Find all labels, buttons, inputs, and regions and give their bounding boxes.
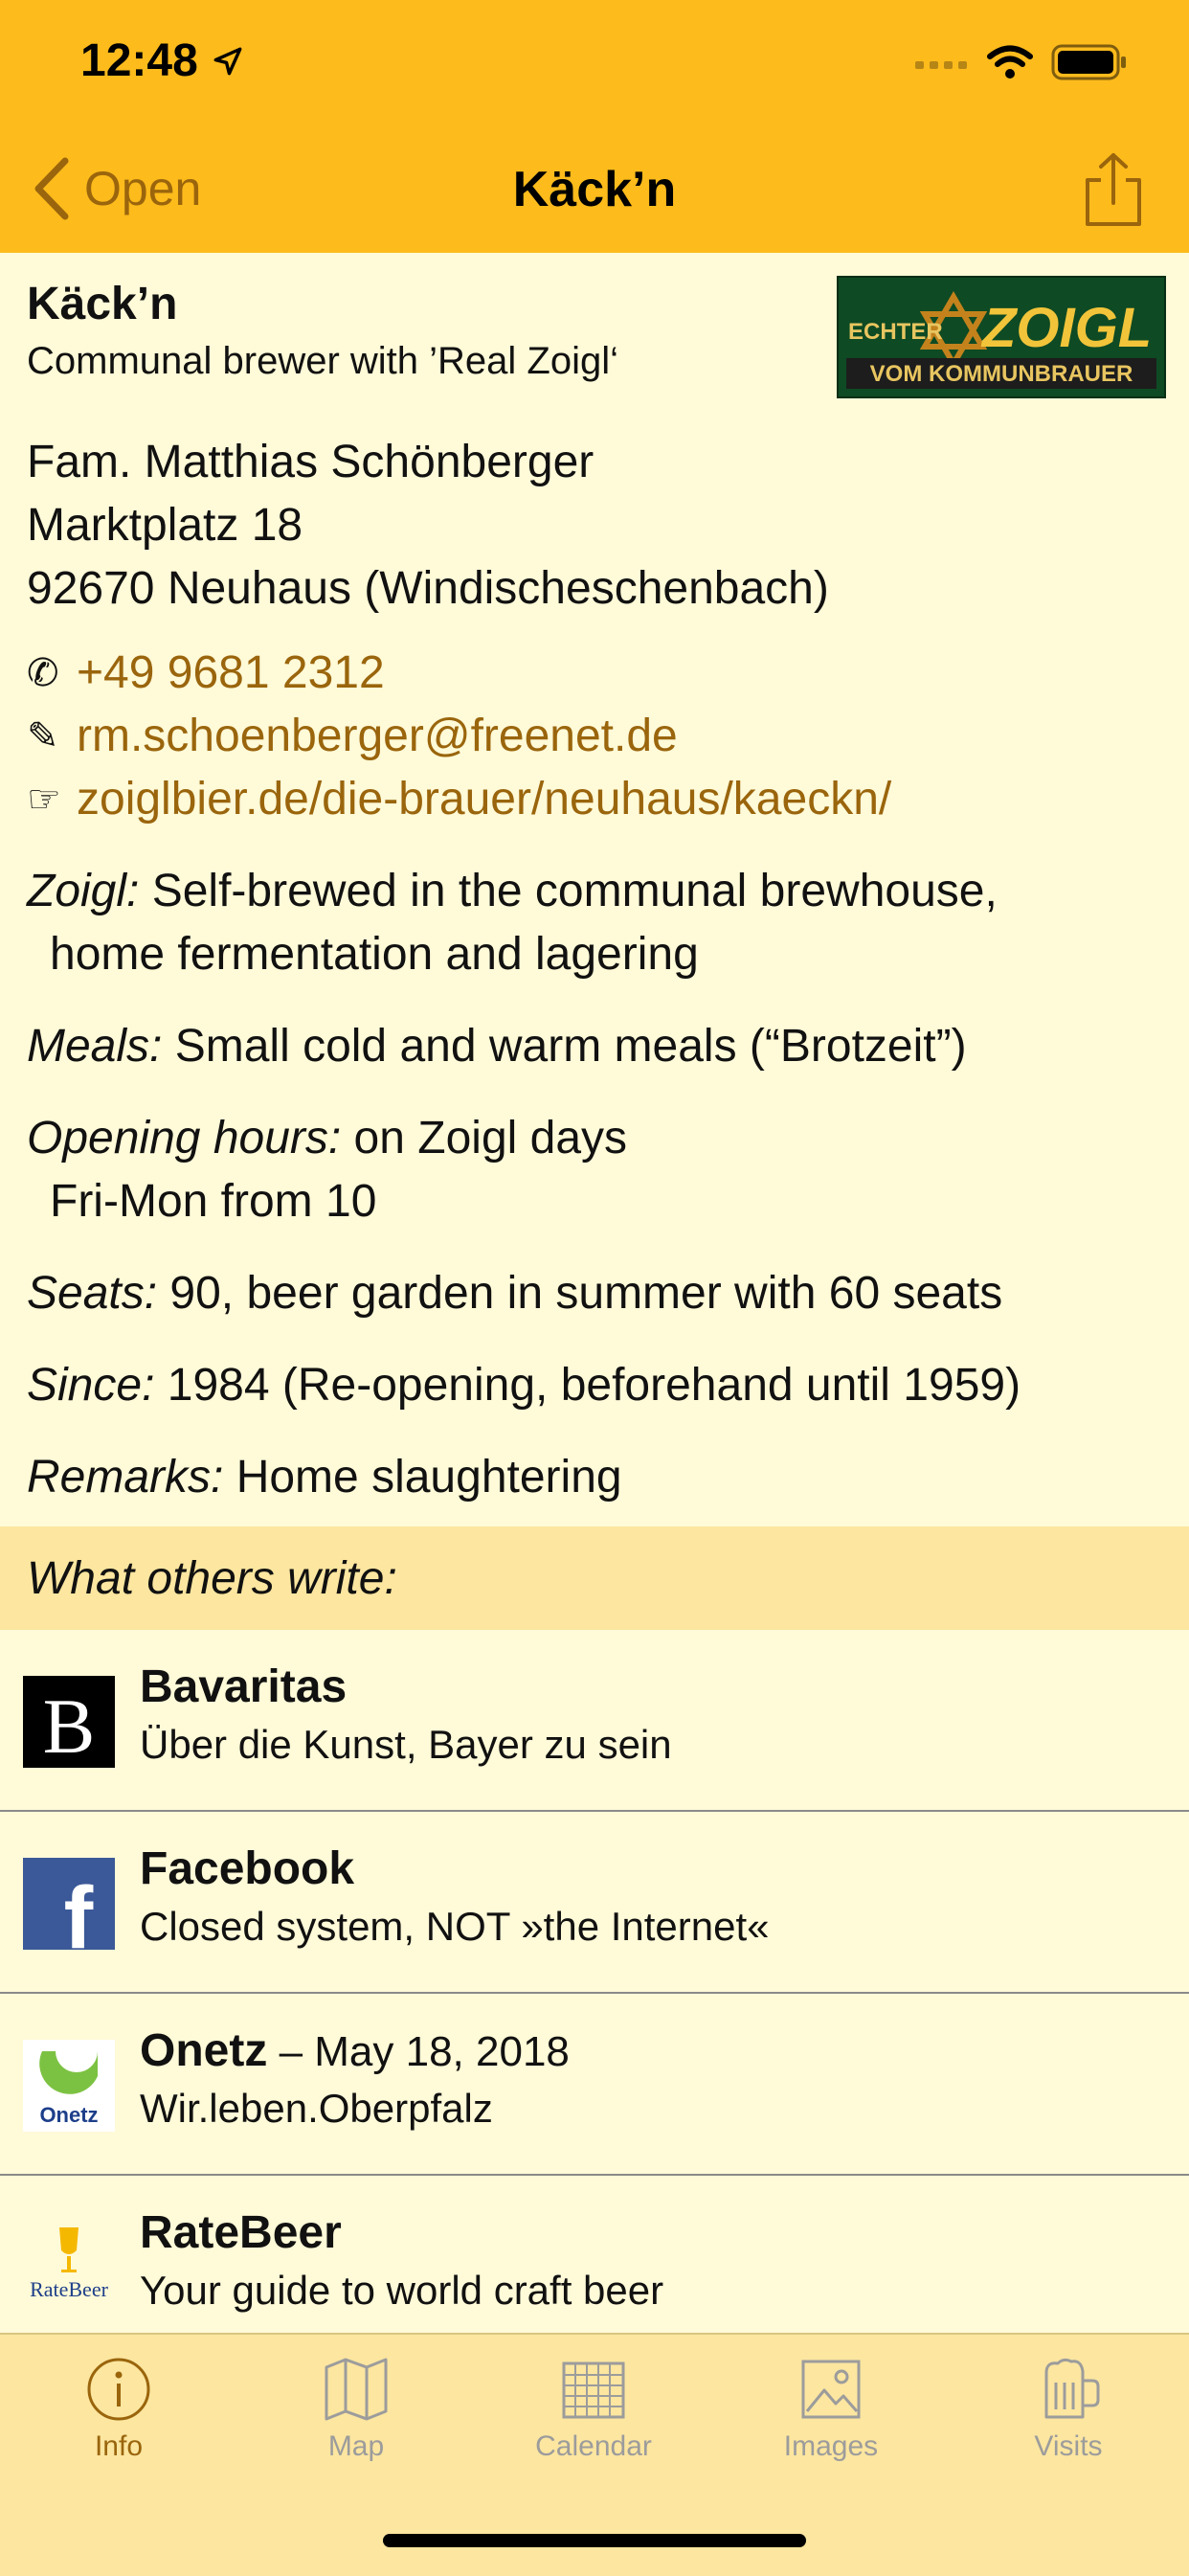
external-links-list: B Bavaritas Über die Kunst, Bayer zu sei… [0,1630,1189,2356]
field-label: Since: [27,1360,155,1411]
list-item-title: RateBeer [140,2207,342,2258]
cellular-signal-icon [915,61,967,69]
info-icon [87,2358,150,2421]
place-header: Käck’n Communal brewer with ’Real Zoigl‘… [0,253,1189,421]
field-value: Home slaughtering [223,1452,622,1503]
logo-zoigl-text: ZOIGL [980,297,1152,359]
list-item-subtitle: Your guide to world craft beer [140,2268,664,2313]
list-item-title: Facebook [140,1843,355,1894]
calendar-icon [562,2361,625,2419]
wifi-icon [987,45,1033,79]
status-time: 12:48 [80,34,244,87]
tab-map[interactable]: Map [237,2356,475,2463]
tab-label: Visits [1034,2430,1103,2462]
svg-text:B: B [43,1683,96,1768]
bavaritas-logo-icon: B [23,1676,115,1768]
address-line: 92670 Neuhaus (Windischeschenbach) [27,563,829,614]
echter-zoigl-logo: ECHTER ZOIGL VOM KOMMUNBRAUER [837,276,1166,398]
list-item-facebook[interactable]: f Facebook Closed system, NOT »the Inter… [0,1812,1189,1994]
map-icon [325,2358,388,2421]
svg-text:Onetz: Onetz [39,2103,98,2127]
phone-link[interactable]: +49 9681 2312 [77,642,385,705]
field-value: home fermentation and lagering [50,929,699,980]
svg-text:RateBeer: RateBeer [30,2277,109,2301]
field-value: Small cold and warm meals (“Brotzeit”) [162,1021,967,1072]
others-section-header: What others write: [0,1526,1189,1630]
ratebeer-logo-icon: RateBeer [30,2227,109,2301]
logo-echter-text: ECHTER [848,319,943,345]
share-button[interactable] [1080,151,1147,228]
field-value: Self-brewed in the communal brewhouse, [139,866,998,916]
list-item-subtitle: Closed system, NOT »the Internet« [140,1904,770,1949]
page-title: Käck’n [512,162,677,217]
tab-images[interactable]: Images [712,2356,950,2463]
website-link[interactable]: zoiglbier.de/die-brauer/neuhaus/kaeckn/ [77,768,891,831]
phone-icon: ✆ [27,652,59,694]
tab-label: Info [94,2430,144,2462]
tab-calendar[interactable]: Calendar [475,2356,712,2463]
status-bar: 12:48 [0,0,1189,126]
field-label: Remarks: [27,1452,224,1503]
location-arrow-icon [213,47,242,75]
website-row: ☞ zoiglbier.de/die-brauer/neuhaus/kaeckn… [27,768,1162,831]
field-value: 1984 (Re-opening, beforehand until 1959) [154,1360,1021,1411]
list-item-onetz[interactable]: Onetz Onetz – May 18, 2018 Wir.leben.Obe… [0,1994,1189,2176]
remarks-field: Remarks: Home slaughtering [0,1446,1189,1509]
phone-row: ✆ +49 9681 2312 [27,642,1162,705]
facebook-logo-icon: f [23,1858,115,1950]
content-scroll[interactable]: Käck’n Communal brewer with ’Real Zoigl‘… [0,253,1189,2356]
field-label: Zoigl: [27,866,140,916]
contact-block: ✆ +49 9681 2312 ✎ rm.schoenberger@freene… [0,642,1189,831]
since-field: Since: 1984 (Re-opening, beforehand unti… [0,1354,1189,1417]
list-item-title: Bavaritas [140,1661,348,1712]
list-item-ratebeer[interactable]: RateBeer RateBeer Your guide to world cr… [0,2176,1189,2356]
logo-bottom-text: VOM KOMMUNBRAUER [870,361,1133,387]
pointing-hand-icon: ☞ [27,779,61,821]
tab-label: Map [327,2430,385,2462]
navigation-bar: Open Käck’n [0,126,1189,253]
tab-label: Images [783,2430,879,2462]
list-item-date: – May 18, 2018 [267,2028,570,2075]
battery-icon [1051,44,1126,80]
share-icon [1086,153,1141,226]
svg-text:f: f [64,1869,94,1950]
opening-hours-field: Opening hours: on Zoigl days Fri-Mon fro… [0,1107,1189,1233]
list-item-subtitle: Über die Kunst, Bayer zu sein [140,1722,672,1767]
pencil-icon: ✎ [27,715,59,757]
images-icon [801,2360,861,2419]
clock-text: 12:48 [80,35,198,86]
beer-mug-icon [1044,2358,1100,2419]
tab-visits[interactable]: Visits [950,2356,1187,2463]
list-item-bavaritas[interactable]: B Bavaritas Über die Kunst, Bayer zu sei… [0,1630,1189,1812]
tab-info[interactable]: Info [0,2356,237,2463]
field-label: Seats: [27,1268,158,1319]
address-block: Fam. Matthias Schönberger Marktplatz 18 … [0,431,1189,621]
field-value: on Zoigl days [341,1113,628,1164]
status-icons [915,44,1128,80]
zoigl-logo-graphic: ECHTER ZOIGL VOM KOMMUNBRAUER [839,278,1164,396]
address-line: Marktplatz 18 [27,500,303,551]
onetz-logo-icon: Onetz [23,2040,115,2132]
list-item-title: Onetz – May 18, 2018 [140,2025,570,2076]
zoigl-field: Zoigl: Self-brewed in the communal brewh… [0,860,1189,986]
address-line: Fam. Matthias Schönberger [27,437,594,487]
field-label: Meals: [27,1021,163,1072]
tab-label: Calendar [535,2430,652,2462]
seats-field: Seats: 90, beer garden in summer with 60… [0,1262,1189,1325]
field-value: 90, beer garden in summer with 60 seats [157,1268,1003,1319]
field-value: Fri-Mon from 10 [50,1176,377,1227]
meals-field: Meals: Small cold and warm meals (“Brotz… [0,1015,1189,1078]
list-item-subtitle: Wir.leben.Oberpfalz [140,2086,493,2131]
email-link[interactable]: rm.schoenberger@freenet.de [77,705,678,768]
field-label: Opening hours: [27,1113,342,1164]
email-row: ✎ rm.schoenberger@freenet.de [27,705,1162,768]
home-indicator[interactable] [383,2534,806,2547]
